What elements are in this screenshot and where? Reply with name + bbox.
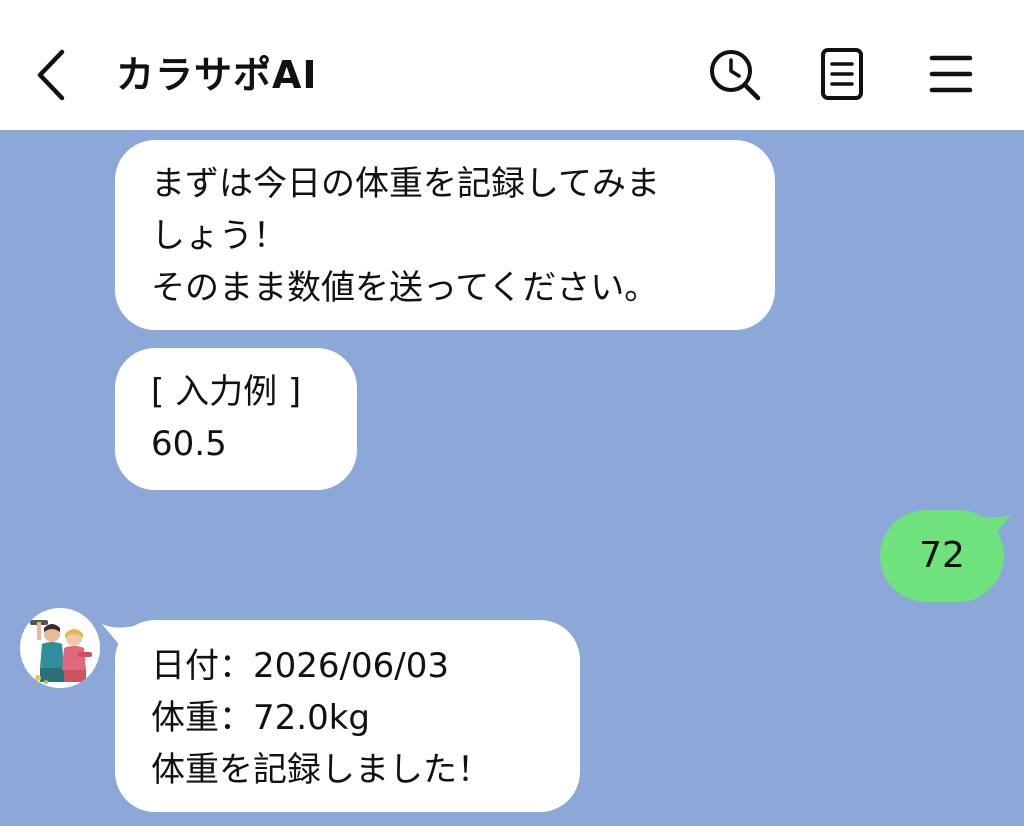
received-message-bubble[interactable]: まずは今日の体重を記録してみま しょう！ そのまま数値を送ってください。 bbox=[115, 140, 775, 330]
message-line: 日付：2026/06/03 bbox=[151, 646, 449, 686]
chat-header: カラサポAI bbox=[0, 0, 1024, 130]
search-button[interactable] bbox=[704, 44, 764, 104]
message-line: まずは今日の体重を記録してみま bbox=[151, 164, 660, 204]
received-message-bubble[interactable]: [ 入力例 ] 60.5 bbox=[115, 348, 357, 490]
received-message-bubble[interactable]: 日付：2026/06/03 体重：72.0kg 体重を記録しました！ bbox=[115, 620, 580, 812]
notes-button[interactable] bbox=[812, 44, 872, 104]
search-clock-icon bbox=[710, 50, 761, 101]
message-line: そのまま数値を送ってください。 bbox=[151, 268, 659, 308]
message-line: しょう！ bbox=[151, 216, 287, 256]
message-line: 60.5 bbox=[151, 424, 227, 464]
chevron-left-icon bbox=[37, 49, 65, 101]
chat-title: カラサポAI bbox=[116, 53, 318, 97]
menu-button[interactable] bbox=[920, 44, 980, 104]
sent-bubble-tail bbox=[980, 514, 1012, 538]
message-line: 体重：72.0kg bbox=[151, 698, 370, 738]
message-line: 72 bbox=[919, 535, 965, 576]
notes-icon bbox=[821, 48, 863, 100]
hamburger-menu-icon bbox=[929, 55, 973, 93]
fitness-women-avatar-icon bbox=[20, 608, 100, 688]
message-line: 体重を記録しました！ bbox=[151, 750, 491, 790]
avatar[interactable] bbox=[20, 608, 100, 688]
message-line: [ 入力例 ] bbox=[151, 372, 302, 412]
back-button[interactable] bbox=[22, 40, 82, 110]
